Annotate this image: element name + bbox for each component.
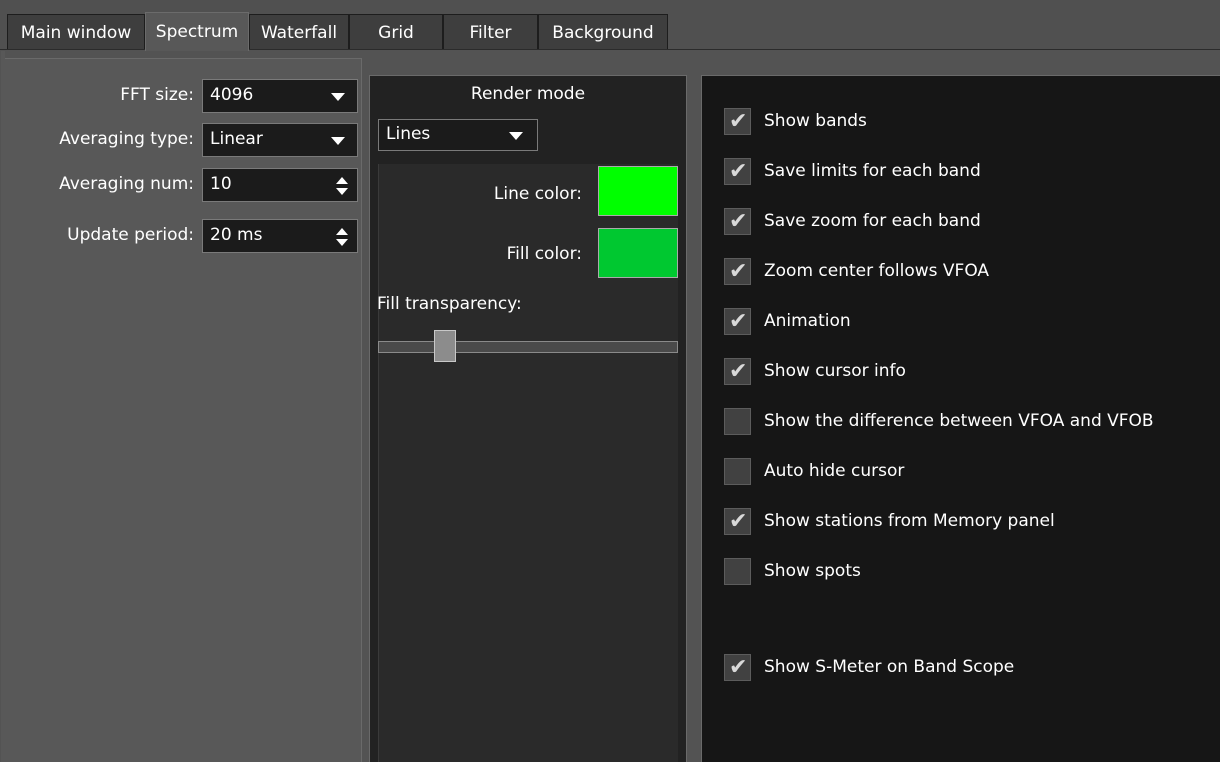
tab-grid[interactable]: Grid [349,14,443,50]
checkbox-label: Show spots [764,561,861,581]
checkbox[interactable]: ✔ [724,258,751,285]
checkbox-label: Show cursor info [764,361,906,381]
checkbox[interactable]: ✔ [724,208,751,235]
check-icon: ✔ [729,309,748,334]
checkbox-label: Save zoom for each band [764,211,981,231]
tab-main-window[interactable]: Main window [7,14,145,50]
tab-filter[interactable]: Filter [443,14,538,50]
chevron-down-icon [331,93,345,101]
check-icon: ✔ [729,259,748,284]
checkbox-row[interactable]: ✔ Show S-Meter on Band Scope [724,654,1219,684]
checkbox[interactable] [724,408,751,435]
checkbox-label: Show stations from Memory panel [764,511,1055,531]
fill-color-label: Fill color: [506,244,582,264]
fill-transparency-slider[interactable] [378,341,678,353]
checkbox-row[interactable]: Show spots [724,558,1219,588]
fft-size-select[interactable]: 4096 [202,79,358,113]
checkbox-label: Zoom center follows VFOA [764,261,990,281]
checkbox[interactable]: ✔ [724,158,751,185]
checkbox-label: Save limits for each band [764,161,981,181]
fill-transparency-handle[interactable] [433,330,456,362]
averaging-type-row: Averaging type: Linear [5,123,360,157]
checkbox-row[interactable]: ✔ Zoom center follows VFOA [724,258,1219,288]
fft-size-label: FFT size: [120,85,194,105]
tab-background[interactable]: Background [538,14,668,50]
render-mode-group: Render mode Lines Line color: Fill color… [369,75,687,762]
fill-transparency-label: Fill transparency: [377,294,522,314]
checkbox[interactable]: ✔ [724,308,751,335]
spin-up-icon[interactable] [336,228,348,235]
render-mode-value: Lines [386,124,431,144]
checkbox[interactable] [724,458,751,485]
update-period-label: Update period: [67,225,194,245]
averaging-type-value: Linear [210,129,263,149]
checkbox[interactable]: ✔ [724,654,751,681]
checkbox[interactable]: ✔ [724,508,751,535]
checkbox-row[interactable]: Show the difference between VFOA and VFO… [724,408,1219,438]
update-period-value: 20 ms [210,225,263,245]
update-period-row: Update period: 20 ms [5,219,360,253]
spectrum-settings-panel: FFT size: 4096 Averaging type: Linear Av… [1,51,362,762]
render-mode-title: Render mode [470,84,586,104]
checkbox-label: Show the difference between VFOA and VFO… [764,411,1154,431]
tab-waterfall[interactable]: Waterfall [249,14,349,50]
tab-bar: Main window Spectrum Waterfall Grid Filt… [0,0,1220,51]
checkbox-row[interactable]: ✔ Show cursor info [724,358,1219,388]
averaging-num-spinbox[interactable]: 10 [202,168,358,202]
checkbox[interactable] [724,558,751,585]
chevron-down-icon [331,137,345,145]
check-icon: ✔ [729,159,748,184]
averaging-num-value: 10 [210,174,232,194]
checkbox-label: Show bands [764,111,867,131]
checkbox-row[interactable]: ✔ Show bands [724,108,1219,138]
checkbox-label: Show S-Meter on Band Scope [764,657,1015,677]
update-period-spinbox[interactable]: 20 ms [202,219,358,253]
check-icon: ✔ [729,359,748,384]
averaging-num-label: Averaging num: [59,174,194,194]
check-icon: ✔ [729,509,748,534]
checkbox-row[interactable]: Auto hide cursor [724,458,1219,488]
check-icon: ✔ [729,109,748,134]
checkbox-label: Auto hide cursor [764,461,905,481]
checkbox[interactable]: ✔ [724,358,751,385]
line-color-label: Line color: [493,184,582,204]
averaging-type-label: Averaging type: [59,129,194,149]
check-icon: ✔ [729,209,748,234]
spin-up-icon[interactable] [336,177,348,184]
fft-size-row: FFT size: 4096 [5,79,360,113]
checkbox-row[interactable]: ✔ Show stations from Memory panel [724,508,1219,538]
line-color-button[interactable] [598,166,678,216]
checkbox[interactable]: ✔ [724,108,751,135]
checkbox-label: Animation [764,311,851,331]
spin-down-icon[interactable] [336,188,348,195]
render-mode-select[interactable]: Lines [378,119,538,151]
tab-spectrum[interactable]: Spectrum [145,12,249,51]
spin-down-icon[interactable] [336,239,348,246]
fill-color-button[interactable] [598,228,678,278]
check-icon: ✔ [729,655,748,680]
fft-size-value: 4096 [210,85,254,105]
chevron-down-icon [509,132,523,140]
checkbox-row[interactable]: ✔ Save limits for each band [724,158,1219,188]
averaging-num-row: Averaging num: 10 [5,168,360,202]
averaging-type-select[interactable]: Linear [202,123,358,157]
checkbox-row[interactable]: ✔ Save zoom for each band [724,208,1219,238]
display-options-panel: ✔ Show bands ✔ Save limits for each band ✔ Sa… [701,75,1220,762]
checkbox-row[interactable]: ✔ Animation [724,308,1219,338]
